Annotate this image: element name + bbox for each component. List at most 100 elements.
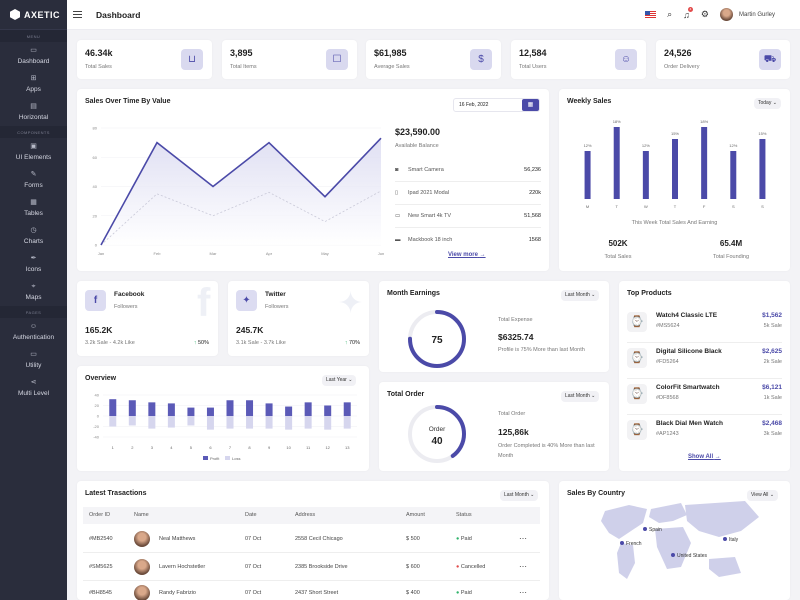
x-tick-label: 11 (306, 445, 311, 450)
table-icon: ▦ (30, 199, 37, 206)
dollar-icon: $ (470, 49, 492, 70)
y-tick-label: 20 (93, 213, 98, 218)
marker-spain[interactable] (643, 527, 647, 531)
x-tick-label: S (761, 204, 764, 209)
users-icon: ☺ (615, 49, 637, 70)
table-row[interactable]: #SM5625 Lavern Hochstetler 07 Oct 2385 B… (83, 553, 540, 581)
sidebar-item-ui-elements[interactable]: ▣ UI Elements (0, 138, 67, 166)
country-label: Italy (729, 537, 739, 543)
calendar-icon[interactable]: ▦ (522, 99, 539, 111)
more-options-icon[interactable]: ⋯ (519, 534, 527, 543)
product-row: ▭ New Smart 4k TV 51,568 (395, 205, 541, 228)
date-value: 16 Feb, 2022 (459, 102, 489, 108)
status-badge: ● Paid (456, 590, 472, 596)
earnings-note: Profile is 75% More than last Month (498, 347, 585, 353)
sidebar-item-multi-level[interactable]: ⋖ Multi Level (0, 374, 67, 402)
product-item[interactable]: ⌚ Watch4 Classic LTE #MS5624 $1,562 5k Sale (627, 307, 782, 343)
bar-label: 12% (584, 143, 592, 148)
social-growth: ↑ 70% (345, 340, 360, 346)
product-code: #MS5624 (656, 323, 680, 329)
x-tick-label: S (732, 204, 735, 209)
marker-united-states[interactable] (671, 553, 675, 557)
order-date: 07 Oct (245, 590, 262, 596)
social-growth: ↑ 50% (194, 340, 209, 346)
map-region-africa (655, 527, 691, 569)
table-row[interactable]: #BH8545 Randy Fabrizio 07 Oct 2437 Short… (83, 581, 540, 600)
share-icon: ⋖ (30, 379, 37, 386)
bar (672, 139, 678, 199)
sidebar-item-maps[interactable]: ⌖ Maps (0, 278, 67, 306)
sidebar-item-apps[interactable]: ⊞ Apps (0, 70, 67, 98)
weekly-bar-chart: 12% M 18% T 12% W 15% T 18% F 12% S 15% S (584, 119, 767, 209)
sidebar-item-tables[interactable]: ▦ Tables (0, 194, 67, 222)
x-tick-label: 2 (131, 445, 134, 450)
marker-italy[interactable] (723, 537, 727, 541)
profit-bar (226, 400, 234, 416)
sidebar-item-icons[interactable]: ✒ Icons (0, 250, 67, 278)
social-sub: Followers (265, 304, 289, 310)
x-tick-label: May (321, 251, 329, 256)
us-flag-icon[interactable] (645, 11, 657, 18)
legend-swatch-loss (225, 456, 230, 460)
edit-icon: ✎ (30, 171, 37, 178)
status-dot-icon: ● (456, 564, 460, 570)
product-row: ◙ Smart Camera 56,236 (395, 159, 541, 182)
sidebar-item-charts[interactable]: ◷ Charts (0, 222, 67, 250)
bell-icon[interactable]: ♫ 4 (683, 6, 693, 20)
stat-label: Average Sales (374, 64, 410, 70)
x-tick-label: F (703, 204, 706, 209)
country-label: United States (677, 553, 708, 559)
sidebar-item-utility[interactable]: ▭ Utility (0, 346, 67, 374)
sidebar-item-dashboard[interactable]: ▭ Dashboard (0, 42, 67, 70)
sidebar-item-authentication[interactable]: ☺ Authentication (0, 318, 67, 346)
sidebar-item-label: Utility (25, 362, 42, 369)
sidebar-item-horizontal[interactable]: ▤ Horizontal (0, 98, 67, 126)
overview-bar-chart: 40200-20-401 2 3 4 5 6 7 8 9 10 11 12 13Profit Loss (93, 393, 357, 461)
date-picker[interactable]: 16 Feb, 2022 ▦ (453, 98, 540, 112)
clock-icon: ◷ (30, 227, 37, 234)
product-value: 220k (529, 190, 541, 196)
customer-name: Randy Fabrizio (159, 590, 196, 596)
y-tick-label: -40 (93, 435, 100, 440)
profit-bar (128, 400, 136, 416)
marker-french[interactable] (620, 541, 624, 545)
product-item[interactable]: ⌚ ColorFit Smartwatch #DF8568 $6,121 1k Sale (627, 379, 782, 415)
sidebar-section-pages: PAGES (0, 306, 67, 318)
social-pct: 70% (348, 340, 360, 346)
twitter-watermark-icon: ✦ (338, 287, 364, 320)
map-region-europe (649, 503, 687, 523)
avatar[interactable] (719, 8, 733, 21)
gear-icon[interactable]: ⚙ (701, 9, 709, 20)
more-options-icon[interactable]: ⋯ (519, 562, 527, 571)
search-icon[interactable]: ⌕ (667, 9, 672, 20)
sidebar-item-label: Dashboard (17, 58, 50, 65)
tv-icon: ▭ (395, 213, 401, 219)
sidebar-item-forms[interactable]: ✎ Forms (0, 166, 67, 194)
stat-label: Order Delivery (664, 64, 700, 70)
product-code: #AP1243 (656, 431, 679, 437)
x-tick-label: 3 (151, 445, 154, 450)
order-date: 07 Oct (245, 564, 262, 570)
total-sales-value: 502K (608, 239, 628, 248)
transactions-filter-dropdown[interactable]: Last Month ⌄ (500, 490, 539, 501)
logo[interactable]: AXETIC (0, 0, 67, 30)
map-region-australia (709, 557, 741, 577)
x-tick-label: 5 (190, 445, 193, 450)
more-options-icon[interactable]: ⋯ (519, 588, 527, 597)
customer-name: Lavern Hochstetler (159, 564, 206, 570)
table-row[interactable]: #MB2540 Neal Matthews 07 Oct 2558 Cecil … (83, 525, 540, 553)
x-tick-label: 10 (286, 445, 291, 450)
order-address: 2385 Brookside Drive (295, 564, 348, 570)
table-header: Order ID Name Date Address Amount Status (83, 507, 540, 524)
show-all-link[interactable]: Show All → (688, 454, 721, 460)
country-label: French (626, 541, 642, 547)
product-name: New Smart 4k TV (408, 213, 451, 219)
total-sales-label: Total Sales (604, 254, 632, 260)
product-item[interactable]: ⌚ Black Dial Men Watch #AP1243 $2,468 3k Sal… (627, 415, 782, 451)
product-item[interactable]: ⌚ Digital Silicone Black #FD5264 $2,625 2k S… (627, 343, 782, 379)
product-sale: 5k Sale (763, 323, 782, 329)
user-name[interactable]: Martin Gurley (739, 12, 775, 18)
view-more-link[interactable]: View more → (448, 252, 486, 258)
menu-toggle-icon[interactable] (73, 11, 82, 18)
social-sub: Followers (114, 304, 138, 310)
